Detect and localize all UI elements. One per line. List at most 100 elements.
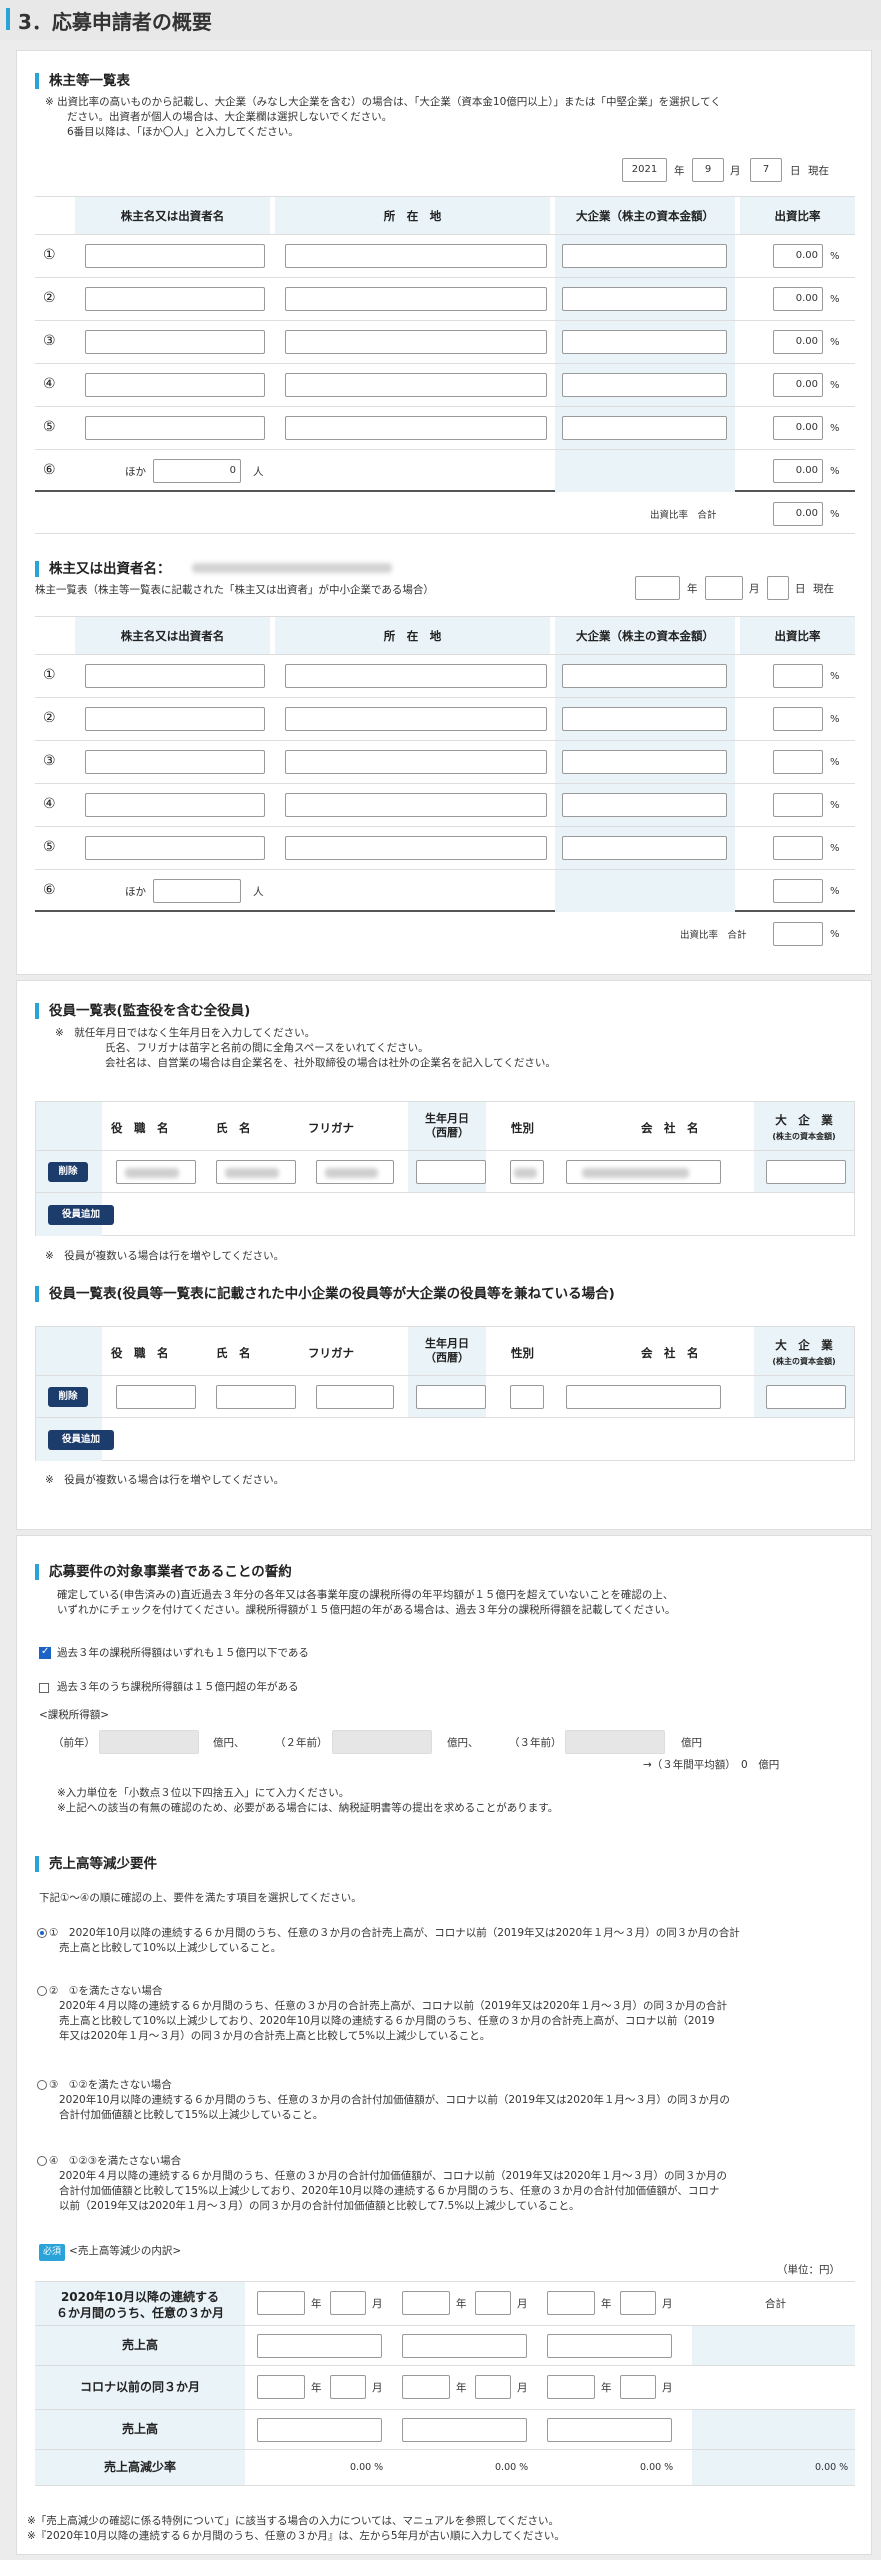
radio-icon[interactable] xyxy=(37,2156,47,2166)
furigana-input[interactable] xyxy=(316,1160,394,1184)
year-input[interactable] xyxy=(402,2375,450,2399)
name-input[interactable] xyxy=(85,416,265,440)
table-row-others: ⑥ ほか 0 人 0.00 % xyxy=(35,449,855,492)
large-company-input[interactable] xyxy=(562,750,727,774)
address-input[interactable] xyxy=(285,287,547,311)
month-input[interactable] xyxy=(330,2375,366,2399)
ratio-input[interactable]: 0.00 xyxy=(773,373,823,397)
large-company-input[interactable] xyxy=(562,836,727,860)
name-input[interactable] xyxy=(216,1385,296,1409)
address-input[interactable] xyxy=(285,707,547,731)
sales-input[interactable] xyxy=(547,2334,672,2358)
address-input[interactable] xyxy=(285,373,547,397)
address-input[interactable] xyxy=(285,416,547,440)
ratio-input[interactable] xyxy=(773,793,823,817)
title-input[interactable] xyxy=(116,1385,196,1409)
year-input[interactable]: 2021 xyxy=(622,158,667,182)
table-row: ⑤ 0.00 % xyxy=(35,406,855,450)
month-input[interactable] xyxy=(705,576,743,600)
others-count-input[interactable]: 0 xyxy=(153,459,241,483)
add-officer-button[interactable]: 役員追加 xyxy=(48,1205,114,1225)
radio-icon[interactable] xyxy=(37,1928,47,1938)
address-input[interactable] xyxy=(285,793,547,817)
large-company-input[interactable] xyxy=(562,244,727,268)
year-input[interactable] xyxy=(402,2291,450,2315)
large-company-input[interactable] xyxy=(766,1385,846,1409)
ratio-input[interactable]: 0.00 xyxy=(773,416,823,440)
ratio-input[interactable] xyxy=(773,750,823,774)
year-input[interactable] xyxy=(547,2375,595,2399)
year-input[interactable] xyxy=(635,576,680,600)
sales-input[interactable] xyxy=(402,2418,527,2442)
delete-button[interactable]: 削除 xyxy=(48,1387,88,1407)
others-count-input[interactable] xyxy=(153,879,241,903)
two-years-input[interactable] xyxy=(332,1730,432,1754)
name-input[interactable] xyxy=(85,836,265,860)
address-input[interactable] xyxy=(285,244,547,268)
large-company-input[interactable] xyxy=(562,373,727,397)
ratio-input[interactable] xyxy=(773,836,823,860)
birthdate-input[interactable] xyxy=(416,1385,486,1409)
ratio-input[interactable]: 0.00 xyxy=(773,244,823,268)
ratio-input[interactable]: 0.00 xyxy=(773,287,823,311)
name-input[interactable] xyxy=(216,1160,296,1184)
required-badge: 必須 xyxy=(39,2244,66,2261)
year-input[interactable] xyxy=(257,2291,305,2315)
delete-button[interactable]: 削除 xyxy=(48,1162,88,1182)
radio-icon[interactable] xyxy=(37,2080,47,2090)
name-input[interactable] xyxy=(85,373,265,397)
sales-input[interactable] xyxy=(257,2418,382,2442)
large-company-input[interactable] xyxy=(562,707,727,731)
ratio-input[interactable]: 0.00 xyxy=(773,330,823,354)
radio-icon[interactable] xyxy=(37,1986,47,1996)
sales-input[interactable] xyxy=(402,2334,527,2358)
month-input[interactable] xyxy=(620,2291,656,2315)
name-input[interactable] xyxy=(85,664,265,688)
prev-year-input[interactable] xyxy=(99,1730,199,1754)
year-label: 年 xyxy=(601,2382,612,2394)
add-officer-button[interactable]: 役員追加 xyxy=(48,1430,114,1450)
address-input[interactable] xyxy=(285,750,547,774)
month-input[interactable] xyxy=(620,2375,656,2399)
name-input[interactable] xyxy=(85,330,265,354)
day-input[interactable] xyxy=(767,576,789,600)
ratio-input[interactable] xyxy=(773,664,823,688)
company-input[interactable] xyxy=(566,1160,721,1184)
large-company-input[interactable] xyxy=(766,1160,846,1184)
year-input[interactable] xyxy=(547,2291,595,2315)
name-input[interactable] xyxy=(85,750,265,774)
large-company-input[interactable] xyxy=(562,416,727,440)
income-over-checkbox[interactable] xyxy=(39,1683,49,1693)
address-input[interactable] xyxy=(285,664,547,688)
gender-input[interactable] xyxy=(510,1385,544,1409)
gender-input[interactable] xyxy=(510,1160,544,1184)
name-input[interactable] xyxy=(85,287,265,311)
large-company-input[interactable] xyxy=(562,287,727,311)
month-input[interactable] xyxy=(475,2375,511,2399)
ratio-input[interactable] xyxy=(773,707,823,731)
table-row: ③ % xyxy=(35,740,855,784)
title-input[interactable] xyxy=(116,1160,196,1184)
address-input[interactable] xyxy=(285,836,547,860)
month-input[interactable]: 9 xyxy=(692,158,724,182)
address-input[interactable] xyxy=(285,330,547,354)
birthdate-input[interactable] xyxy=(416,1160,486,1184)
name-input[interactable] xyxy=(85,244,265,268)
month-input[interactable] xyxy=(330,2291,366,2315)
large-company-input[interactable] xyxy=(562,330,727,354)
day-input[interactable]: 7 xyxy=(750,158,782,182)
ratio-input[interactable]: 0.00 xyxy=(773,459,823,483)
large-company-input[interactable] xyxy=(562,664,727,688)
name-input[interactable] xyxy=(85,707,265,731)
month-input[interactable] xyxy=(475,2291,511,2315)
three-years-input[interactable] xyxy=(565,1730,665,1754)
sales-input[interactable] xyxy=(257,2334,382,2358)
sales-input[interactable] xyxy=(547,2418,672,2442)
large-company-input[interactable] xyxy=(562,793,727,817)
ratio-input[interactable] xyxy=(773,879,823,903)
name-input[interactable] xyxy=(85,793,265,817)
company-input[interactable] xyxy=(566,1385,721,1409)
year-input[interactable] xyxy=(257,2375,305,2399)
income-under-checkbox[interactable] xyxy=(39,1646,51,1659)
furigana-input[interactable] xyxy=(316,1385,394,1409)
